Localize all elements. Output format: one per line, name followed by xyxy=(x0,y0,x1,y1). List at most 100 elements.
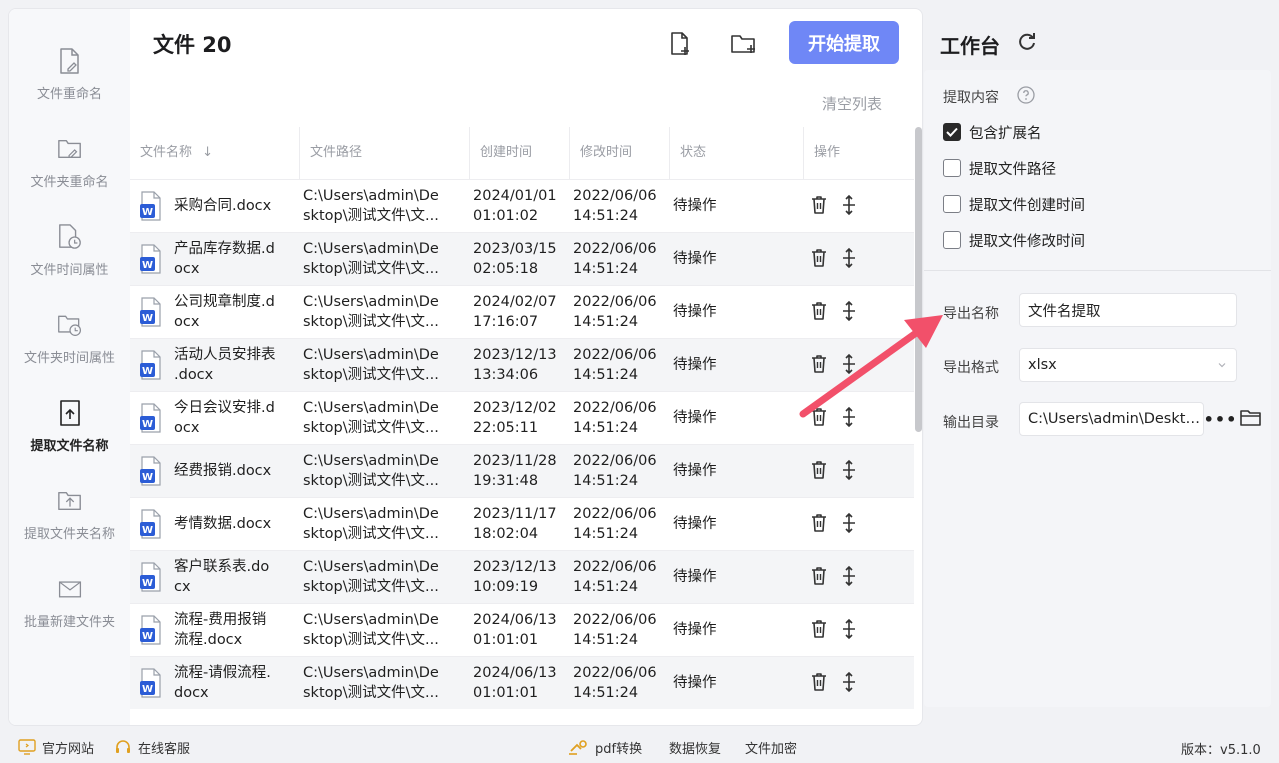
file-path: C:\Users\admin\De sktop\测试文件\文... xyxy=(303,604,463,656)
file-path: C:\Users\admin\De sktop\测试文件\文... xyxy=(303,180,463,232)
col-header-mtime: 修改时间 xyxy=(580,145,633,160)
option-checkbox-4[interactable]: 提取文件修改时间 xyxy=(943,230,1085,250)
created-time-text: 2023/11/28 19:31:48 xyxy=(473,451,557,491)
word-document-icon: W xyxy=(139,615,163,645)
created-time: 2024/02/07 17:16:07 xyxy=(473,286,568,338)
created-time-line: 13:34:06 xyxy=(473,367,539,383)
delete-icon[interactable] xyxy=(809,247,829,269)
output-dir-field[interactable]: C:\Users\admin\Desktop xyxy=(1019,402,1204,436)
table-row[interactable]: W 采购合同.docx C:\Users\admin\De sktop\测试文件\文.… xyxy=(130,179,914,232)
checkbox-icon[interactable] xyxy=(943,195,961,213)
sidebar-item-3[interactable]: 文件时间属性 xyxy=(9,215,130,303)
status-badge: 待操作 xyxy=(673,569,717,585)
help-icon[interactable] xyxy=(1017,86,1035,104)
file-path-line: sktop\测试文件\文... xyxy=(303,632,439,648)
footer-online-support[interactable]: 在线客服 xyxy=(114,737,190,757)
table-scrollbar[interactable] xyxy=(915,127,922,432)
move-icon[interactable] xyxy=(839,247,859,269)
sidebar-item-label: 文件重命名 xyxy=(36,87,102,102)
move-icon[interactable] xyxy=(839,459,859,481)
table-row[interactable]: W 流程-请假流程. docx C:\Users\admin\De sktop\测试文件… xyxy=(130,656,914,709)
sidebar-item-2[interactable]: 文件夹重命名 xyxy=(9,127,130,215)
col-header-path: 文件路径 xyxy=(310,145,363,160)
modified-time: 2022/06/06 14:51:24 xyxy=(573,286,668,338)
option-checkbox-3[interactable]: 提取文件创建时间 xyxy=(943,194,1085,214)
file-name-text: 经费报销.docx xyxy=(174,461,271,481)
extract-content-label: 提取内容 xyxy=(943,90,999,106)
delete-icon[interactable] xyxy=(809,618,829,640)
sidebar-item-7[interactable]: 批量新建文件夹 xyxy=(9,567,130,655)
delete-icon[interactable] xyxy=(809,406,829,428)
table-row[interactable]: W 公司规章制度.d ocx C:\Users\admin\De sktop\测试文件\… xyxy=(130,285,914,338)
delete-icon[interactable] xyxy=(809,671,829,693)
option-checkbox-2[interactable]: 提取文件路径 xyxy=(943,158,1056,178)
export-name-field[interactable] xyxy=(1019,293,1237,327)
created-time: 2023/11/17 18:02:04 xyxy=(473,498,568,550)
move-icon[interactable] xyxy=(839,194,859,216)
modified-time: 2022/06/06 14:51:24 xyxy=(573,392,668,444)
table-row[interactable]: W 活动人员安排表 .docx C:\Users\admin\De sktop\测试文件… xyxy=(130,338,914,391)
table-row[interactable]: W 考情数据.docx C:\Users\admin\De sktop\测试文件\文.… xyxy=(130,497,914,550)
checkbox-checked-icon[interactable] xyxy=(943,123,961,141)
open-folder-icon[interactable] xyxy=(1240,408,1262,428)
table-row[interactable]: W 今日会议安排.d ocx C:\Users\admin\De sktop\测试文件\… xyxy=(130,391,914,444)
footer-label: 文件加密 xyxy=(745,741,798,757)
col-header-label: 文件名称 xyxy=(140,145,193,160)
file-path-line: C:\Users\admin\De xyxy=(303,347,439,363)
move-icon[interactable] xyxy=(839,671,859,693)
file-path-line: sktop\测试文件\文... xyxy=(303,526,439,542)
footer-pdf-convert[interactable]: pdf转换 xyxy=(567,737,642,757)
delete-icon[interactable] xyxy=(809,512,829,534)
refresh-icon[interactable] xyxy=(1016,30,1038,52)
file-path-line: C:\Users\admin\De xyxy=(303,294,439,310)
modified-time-text: 2022/06/06 14:51:24 xyxy=(573,504,657,544)
delete-icon[interactable] xyxy=(809,194,829,216)
move-icon[interactable] xyxy=(839,300,859,322)
sidebar-item-5[interactable]: 提取文件名称 xyxy=(9,391,130,479)
table-row[interactable]: W 产品库存数据.d ocx C:\Users\admin\De sktop\测试文件\… xyxy=(130,232,914,285)
created-time: 2024/01/01 01:01:02 xyxy=(473,180,568,232)
export-name-input[interactable] xyxy=(1028,302,1236,318)
add-file-button[interactable] xyxy=(665,29,695,59)
table-row[interactable]: W 流程-费用报销 流程.docx C:\Users\admin\De sktop\测试… xyxy=(130,603,914,656)
footer-file-encrypt[interactable]: 文件加密 xyxy=(745,737,797,757)
delete-icon[interactable] xyxy=(809,565,829,587)
modified-time-text: 2022/06/06 14:51:24 xyxy=(573,345,657,385)
created-time-text: 2023/11/17 18:02:04 xyxy=(473,504,557,544)
col-header-name[interactable]: 文件名称 ↓ xyxy=(130,127,213,179)
checkbox-icon[interactable] xyxy=(943,231,961,249)
delete-icon[interactable] xyxy=(809,353,829,375)
move-icon[interactable] xyxy=(839,618,859,640)
export-format-select[interactable]: xlsx xyxy=(1019,348,1237,382)
file-path-line: sktop\测试文件\文... xyxy=(303,685,439,701)
move-icon[interactable] xyxy=(839,512,859,534)
checkbox-icon[interactable] xyxy=(943,159,961,177)
footer-official-site[interactable]: 官方网站 xyxy=(18,737,94,757)
clear-list-button[interactable]: 清空列表 xyxy=(822,93,882,114)
created-time-line: 19:31:48 xyxy=(473,473,539,489)
option-checkbox-1[interactable]: 包含扩展名 xyxy=(943,122,1042,142)
modified-time-text: 2022/06/06 14:51:24 xyxy=(573,186,657,226)
file-path-text: C:\Users\admin\De sktop\测试文件\文... xyxy=(303,610,439,650)
output-dir-label: 输出目录 xyxy=(943,415,999,431)
option-label: 提取文件创建时间 xyxy=(969,197,1085,214)
created-time-line: 22:05:11 xyxy=(473,420,539,436)
sidebar-item-6[interactable]: 提取文件夹名称 xyxy=(9,479,130,567)
footer-data-recovery[interactable]: 数据恢复 xyxy=(669,737,721,757)
move-icon[interactable] xyxy=(839,406,859,428)
sidebar-item-1[interactable]: 文件重命名 xyxy=(9,39,130,127)
svg-text:W: W xyxy=(142,631,153,642)
browse-more-button[interactable]: ••• xyxy=(1204,402,1237,436)
add-folder-button[interactable] xyxy=(729,29,759,59)
move-icon[interactable] xyxy=(839,565,859,587)
move-icon[interactable] xyxy=(839,353,859,375)
table-row[interactable]: W 经费报销.docx C:\Users\admin\De sktop\测试文件\文.… xyxy=(130,444,914,497)
table-row[interactable]: W 客户联系表.do cx C:\Users\admin\De sktop\测试文件\文… xyxy=(130,550,914,603)
delete-icon[interactable] xyxy=(809,459,829,481)
start-extract-button[interactable]: 开始提取 xyxy=(789,21,899,64)
file-path-text: C:\Users\admin\De sktop\测试文件\文... xyxy=(303,504,439,544)
sidebar-item-4[interactable]: 文件夹时间属性 xyxy=(9,303,130,391)
delete-icon[interactable] xyxy=(809,300,829,322)
status-badge: 待操作 xyxy=(673,516,717,532)
created-time-text: 2024/02/07 17:16:07 xyxy=(473,292,557,332)
